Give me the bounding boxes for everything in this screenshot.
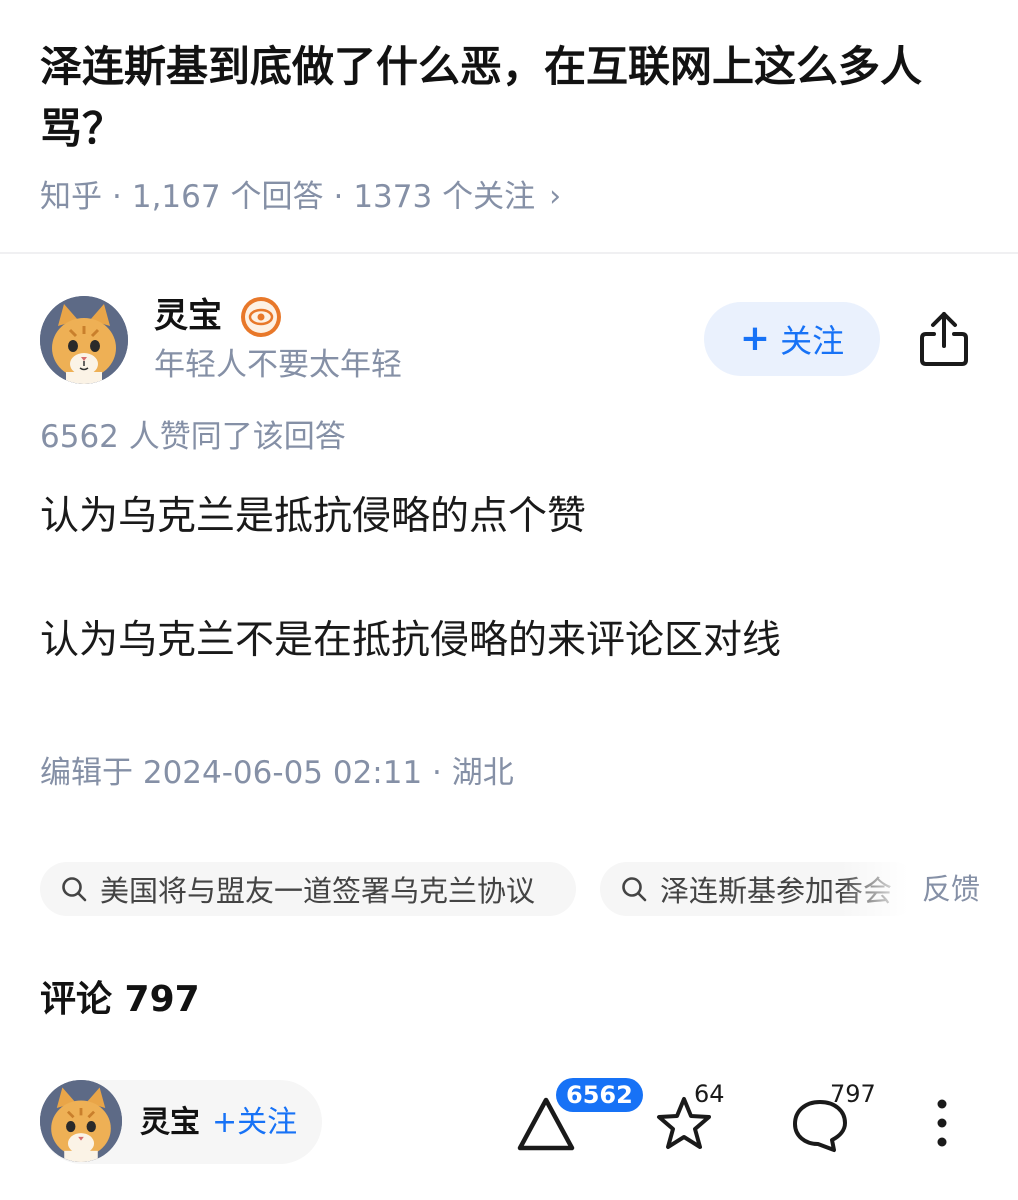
chevron-right-icon: › (549, 179, 562, 214)
header-divider (0, 252, 1018, 254)
source-label: 知乎 (40, 179, 102, 215)
related-search-tag[interactable]: 美国将与盟友一道签署乌克兰协议 (40, 862, 576, 916)
more-options-icon[interactable] (930, 1098, 954, 1148)
bottom-follow-button[interactable]: +关注 (212, 1102, 297, 1144)
meta-separator: · (112, 179, 122, 215)
answer-count: 1,167 个回答 (131, 179, 324, 215)
favorite-count: 64 (694, 1080, 725, 1108)
follow-label: 关注 (780, 322, 845, 360)
eye-badge-icon[interactable] (240, 296, 282, 338)
cat-avatar-icon (40, 296, 128, 384)
edit-info: 编辑于 2024-06-05 02:11 · 湖北 (40, 755, 514, 791)
answer-paragraph: 认为乌克兰不是在抵抗侵略的来评论区对线 (40, 618, 782, 663)
cat-avatar-icon (40, 1080, 122, 1162)
voters-line: 6562 人赞同了该回答 (40, 419, 346, 455)
author-name[interactable]: 灵宝 (154, 294, 222, 338)
meta-separator: · (333, 179, 344, 215)
comments-title: 评论 797 (40, 979, 200, 1020)
plus-icon: + (739, 318, 771, 359)
search-icon (622, 877, 647, 902)
upvote-count-badge: 6562 (556, 1078, 643, 1112)
follower-count: 1373 个关注 (353, 179, 536, 215)
feedback-link[interactable]: 反馈 (922, 868, 980, 910)
follow-button[interactable]: + 关注 (704, 302, 880, 376)
author-bio: 年轻人不要太年轻 (154, 347, 402, 383)
comment-count: 797 (830, 1080, 876, 1108)
related-search-label: 美国将与盟友一道签署乌克兰协议 (100, 874, 536, 908)
bottom-author-avatar[interactable] (40, 1080, 122, 1162)
share-icon[interactable] (916, 308, 972, 368)
question-title[interactable]: 泽连斯基到底做了什么恶，在互联网上这么多人骂？ (40, 36, 980, 160)
bottom-author-name[interactable]: 灵宝 (140, 1102, 200, 1144)
search-icon (62, 877, 87, 902)
answer-paragraph: 认为乌克兰是抵抗侵略的点个赞 (40, 494, 587, 539)
tag-fade-overlay (840, 862, 920, 916)
question-meta[interactable]: 知乎 · 1,167 个回答 · 1373 个关注 › (40, 176, 561, 218)
author-avatar[interactable] (40, 296, 128, 384)
